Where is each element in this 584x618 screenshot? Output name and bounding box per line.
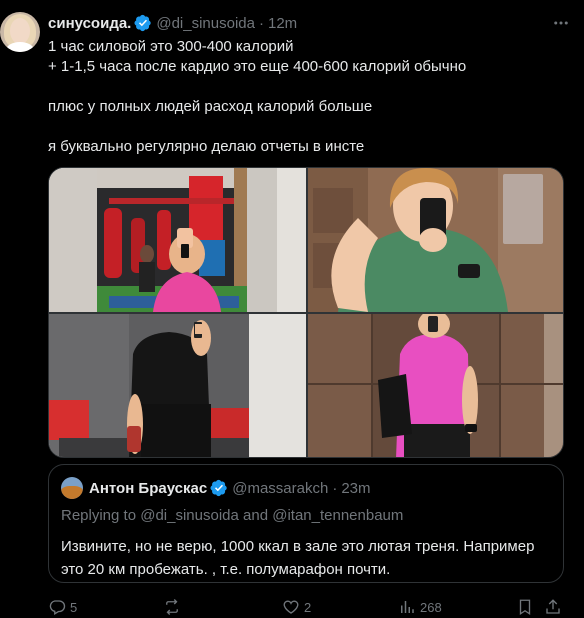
tweet-text-line: я буквально регулярно делаю отчеты в инс… (48, 138, 365, 155)
verified-icon (134, 14, 152, 32)
repost-icon (166, 599, 178, 615)
author-avatar[interactable] (0, 12, 40, 52)
more-icon[interactable] (552, 14, 570, 35)
quoted-header: Антон Браускас @massarakch · 23m (61, 477, 371, 499)
tweet: синусоида. @di_sinusoida · 12m 1 час сил… (0, 0, 584, 618)
like-count: 2 (304, 599, 312, 615)
share-button[interactable] (544, 596, 566, 618)
photo-1[interactable] (49, 168, 306, 312)
views-button[interactable]: 268 (398, 596, 442, 618)
views-count: 268 (420, 599, 442, 615)
photo-4[interactable] (308, 314, 563, 457)
action-bar: 5 2 268 (48, 596, 568, 618)
bookmark-button[interactable] (516, 596, 538, 618)
separator: · (332, 479, 338, 497)
tweet-header: синусоида. @di_sinusoida · 12m (48, 13, 297, 33)
photo-3[interactable] (49, 314, 306, 457)
quoted-author-name: Антон Браускас (89, 479, 208, 497)
reply-count: 5 (70, 599, 78, 615)
verified-icon (210, 479, 227, 497)
reply-icon (49, 600, 66, 615)
author-handle[interactable]: @di_sinusoida (156, 15, 255, 32)
reply-button[interactable]: 5 (48, 596, 77, 618)
views-icon (401, 601, 414, 613)
tweet-text-line: 1 час силовой это 300-400 калорий (48, 38, 294, 55)
like-button[interactable]: 2 (282, 596, 311, 618)
quoted-avatar (61, 477, 83, 499)
reply-mention: @itan_tennenbaum (272, 507, 404, 524)
reply-mention: @di_sinusoida (140, 507, 239, 524)
author-name[interactable]: синусоида. (48, 15, 131, 32)
tweet-text: 1 час силовой это 300-400 калорий + 1-1,… (48, 37, 568, 157)
separator: · (258, 14, 264, 32)
tweet-text-line: плюс у полных людей расход калорий больш… (48, 98, 373, 115)
repost-button[interactable] (163, 596, 185, 618)
media-grid (48, 167, 564, 458)
bookmark-icon (519, 599, 531, 616)
quoted-time: 23m (341, 479, 371, 497)
photo-2[interactable] (308, 168, 563, 312)
quoted-handle: @massarakch (232, 479, 329, 497)
quoted-text: Извините, но не верю, 1000 ккал в зале э… (61, 538, 535, 578)
replying-prefix: Replying to (61, 507, 141, 524)
tweet-time[interactable]: 12m (268, 15, 297, 32)
replying-to: Replying to @di_sinusoida and @itan_tenn… (61, 507, 403, 524)
quoted-tweet[interactable]: Антон Браускас @massarakch · 23m Replyin… (48, 464, 564, 583)
share-icon (546, 599, 560, 614)
like-icon (283, 600, 299, 614)
tweet-text-line: + 1-1,5 часа после кардио это еще 400-60… (48, 58, 467, 75)
reply-and: and (238, 507, 273, 524)
